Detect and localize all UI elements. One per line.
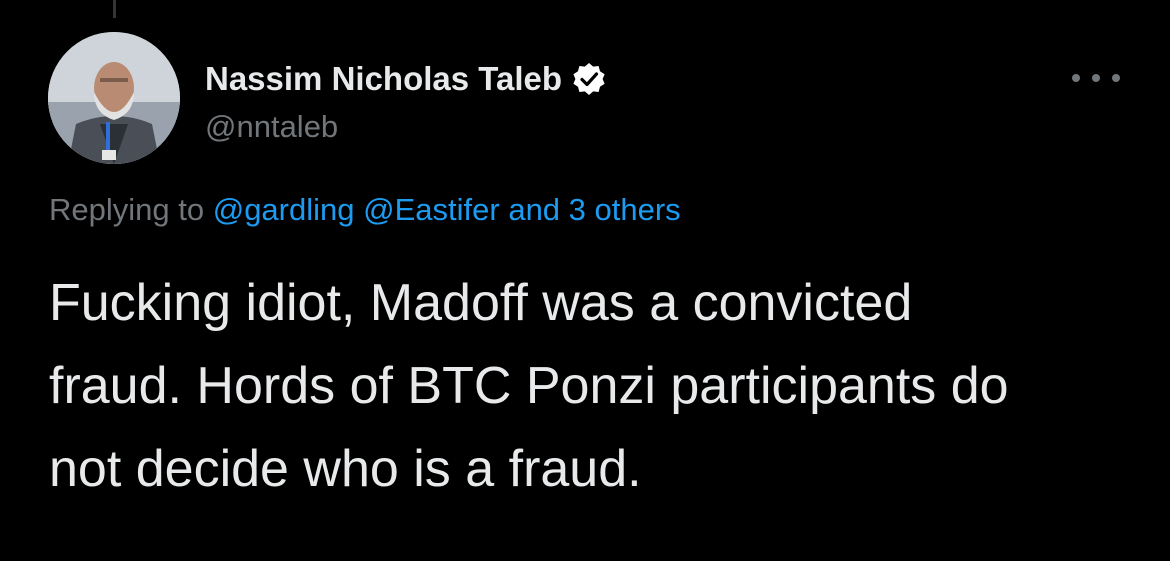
- avatar[interactable]: [48, 32, 180, 164]
- more-dot: [1072, 74, 1080, 82]
- avatar-image: [48, 32, 180, 164]
- author-display-name[interactable]: Nassim Nicholas Taleb: [205, 60, 562, 98]
- more-options-icon[interactable]: [1072, 66, 1120, 90]
- verified-badge-icon: [571, 61, 607, 97]
- more-dot: [1092, 74, 1100, 82]
- tweet-text-line: Fucking idiot, Madoff was a convicted: [49, 274, 913, 332]
- mention-link-eastifer[interactable]: @Eastifer: [363, 192, 500, 227]
- author-name-row[interactable]: Nassim Nicholas Taleb: [205, 54, 607, 104]
- tweet-text-line: not decide who is a fraud.: [49, 440, 642, 498]
- mention-link-gardling[interactable]: @gardling: [213, 192, 355, 227]
- tweet-text-line: fraud. Hords of BTC Ponzi participants d…: [49, 357, 1009, 415]
- replying-to-line: Replying to @gardling @Eastifer and 3 ot…: [49, 192, 681, 228]
- tweet-text: Fucking idiot, Madoff was a convicted fr…: [49, 262, 1149, 511]
- replying-to-label: Replying to: [49, 192, 205, 227]
- thread-connector-line: [113, 0, 116, 18]
- more-dot: [1112, 74, 1120, 82]
- mention-link-others[interactable]: and 3 others: [508, 192, 680, 227]
- author-handle[interactable]: @nntaleb: [205, 109, 338, 145]
